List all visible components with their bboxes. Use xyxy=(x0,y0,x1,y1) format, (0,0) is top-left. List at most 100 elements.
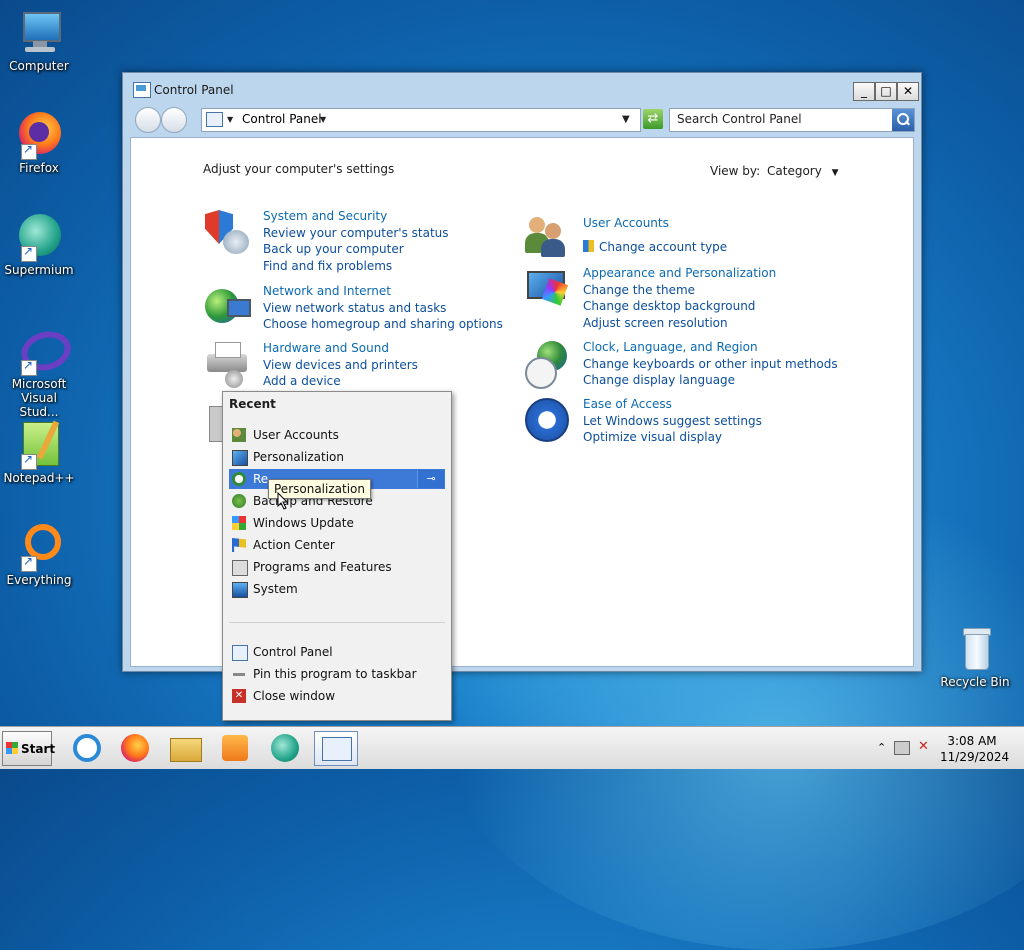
separator xyxy=(229,622,445,623)
task-pin-to-taskbar[interactable]: Pin this program to taskbar xyxy=(229,664,445,684)
address-breadcrumb[interactable]: Control Panel xyxy=(242,112,322,126)
view-by-label: View by: xyxy=(710,164,761,178)
desktop-icon-visual-studio[interactable]: Microsoft Visual Stud... xyxy=(1,326,77,419)
appearance-link[interactable]: Appearance and Personalization xyxy=(583,265,776,282)
visual-studio-icon xyxy=(15,326,76,376)
view-by-dropdown[interactable]: Category ▼ xyxy=(767,164,839,178)
show-hidden-icons-icon[interactable]: ⌃ xyxy=(877,741,886,754)
navigation-bar: ▼ Control Panel ▼ ▼ ⇄ Search Control Pan… xyxy=(131,105,915,135)
homegroup-link[interactable]: Choose homegroup and sharing options xyxy=(263,316,503,333)
task-control-panel[interactable]: Control Panel xyxy=(229,642,445,662)
minimize-button[interactable]: _ xyxy=(853,82,875,101)
optimize-display-link[interactable]: Optimize visual display xyxy=(583,429,762,446)
system-security-link[interactable]: System and Security xyxy=(263,208,449,225)
taskbar-control-panel[interactable] xyxy=(314,731,358,766)
recent-item-label: Personalization xyxy=(253,450,344,464)
recent-item[interactable]: Action Center xyxy=(229,535,445,555)
fix-problems-link[interactable]: Find and fix problems xyxy=(263,258,449,275)
desktop-icon-label: Everything xyxy=(6,573,72,587)
internet-explorer-icon xyxy=(73,734,101,762)
desktop-background-link[interactable]: Change desktop background xyxy=(583,298,776,315)
title-bar[interactable]: Control Panel _ □ ✕ xyxy=(123,73,921,103)
page-heading: Adjust your computer's settings xyxy=(203,162,395,176)
recycle-bin-icon xyxy=(951,624,999,672)
recent-item-label: User Accounts xyxy=(253,428,339,442)
recent-item-label: Action Center xyxy=(253,538,335,552)
network-icon[interactable] xyxy=(894,741,910,755)
refresh-icon[interactable]: ⇄ xyxy=(643,109,663,129)
desktop-icon-label: Supermium xyxy=(4,263,74,277)
desktop-icon-label: Microsoft Visual Stud... xyxy=(11,377,67,419)
search-icon[interactable] xyxy=(892,109,914,131)
chevron-down-icon[interactable]: ▼ xyxy=(320,115,326,124)
desktop-icon-recycle-bin[interactable]: Recycle Bin xyxy=(937,624,1013,689)
change-account-type-link[interactable]: Change account type xyxy=(583,239,727,256)
desktop-icon-computer[interactable]: Computer xyxy=(1,8,77,73)
recent-item[interactable]: User Accounts xyxy=(229,425,445,445)
back-button[interactable] xyxy=(135,107,161,133)
view-network-link[interactable]: View network status and tasks xyxy=(263,300,503,317)
recent-item[interactable]: Personalization xyxy=(229,447,445,467)
change-theme-link[interactable]: Change the theme xyxy=(583,282,776,299)
clock[interactable]: 3:08 AM 11/29/2024 xyxy=(940,733,1010,765)
pin-icon[interactable]: ⊸ xyxy=(417,470,444,488)
printer-icon xyxy=(203,340,253,390)
users-icon xyxy=(523,213,573,263)
chevron-down-icon[interactable]: ▼ xyxy=(227,115,233,124)
add-device-link[interactable]: Add a device xyxy=(263,373,418,390)
window-title: Control Panel xyxy=(154,83,234,97)
taskbar: Start ⌃ ✕ 3:08 AM 11/29/2024 xyxy=(0,726,1024,769)
recent-item[interactable]: Programs and Features xyxy=(229,557,445,577)
keyboards-link[interactable]: Change keyboards or other input methods xyxy=(583,356,838,373)
action-center-flag-icon xyxy=(232,538,246,552)
desktop-icon-supermium[interactable]: Supermium xyxy=(1,212,77,277)
network-internet-link[interactable]: Network and Internet xyxy=(263,283,503,300)
maximize-button[interactable]: □ xyxy=(875,82,897,101)
start-button[interactable]: Start xyxy=(2,731,55,766)
media-player-icon xyxy=(222,735,248,761)
taskbar-ie[interactable] xyxy=(66,731,108,764)
close-button[interactable]: ✕ xyxy=(897,82,919,101)
control-panel-icon xyxy=(232,645,248,661)
devices-printers-link[interactable]: View devices and printers xyxy=(263,357,418,374)
search-input[interactable]: Search Control Panel xyxy=(669,108,915,132)
suggest-settings-link[interactable]: Let Windows suggest settings xyxy=(583,413,762,430)
display-language-link[interactable]: Change display language xyxy=(583,372,838,389)
firefox-icon xyxy=(121,734,149,762)
appearance-icon xyxy=(523,265,573,315)
forward-button[interactable] xyxy=(161,107,187,133)
network-globe-icon xyxy=(203,283,253,333)
desktop-icon-firefox[interactable]: Firefox xyxy=(1,110,77,175)
recent-item[interactable]: System xyxy=(229,579,445,599)
task-label: Close window xyxy=(253,689,336,703)
backup-icon xyxy=(232,494,246,508)
view-by-value: Category xyxy=(767,164,822,178)
desktop-icon-everything[interactable]: Everything xyxy=(1,522,77,587)
programs-features-icon xyxy=(232,560,248,576)
recent-item[interactable]: Windows Update xyxy=(229,513,445,533)
taskbar-firefox[interactable] xyxy=(114,731,156,764)
hardware-sound-link[interactable]: Hardware and Sound xyxy=(263,340,418,357)
firefox-icon xyxy=(15,110,63,160)
user-accounts-link[interactable]: User Accounts xyxy=(583,215,727,232)
task-close-window[interactable]: ✕ Close window xyxy=(229,686,445,706)
volume-muted-icon[interactable]: ✕ xyxy=(918,739,929,754)
taskbar-supermium[interactable] xyxy=(264,731,306,764)
desktop-icon-label: Firefox xyxy=(19,161,59,175)
control-panel-icon xyxy=(206,112,223,127)
desktop-icon-notepadpp[interactable]: Notepad++ xyxy=(1,420,77,485)
back-up-link[interactable]: Back up your computer xyxy=(263,241,449,258)
address-bar[interactable]: ▼ Control Panel ▼ ▼ xyxy=(201,108,641,132)
clock-region-link[interactable]: Clock, Language, and Region xyxy=(583,339,838,356)
clock-date: 11/29/2024 xyxy=(940,750,1010,764)
taskbar-media-player[interactable] xyxy=(214,731,256,764)
desktop-icon-label: Computer xyxy=(9,59,69,73)
screen-resolution-link[interactable]: Adjust screen resolution xyxy=(583,315,776,332)
recent-item-label: Re xyxy=(253,472,269,486)
address-dropdown-icon[interactable]: ▼ xyxy=(622,114,630,125)
ease-of-access-link[interactable]: Ease of Access xyxy=(583,396,762,413)
supermium-icon xyxy=(15,212,63,262)
taskbar-explorer[interactable] xyxy=(164,731,206,764)
review-status-link[interactable]: Review your computer's status xyxy=(263,225,449,242)
desktop-icon-label: Recycle Bin xyxy=(940,675,1010,689)
